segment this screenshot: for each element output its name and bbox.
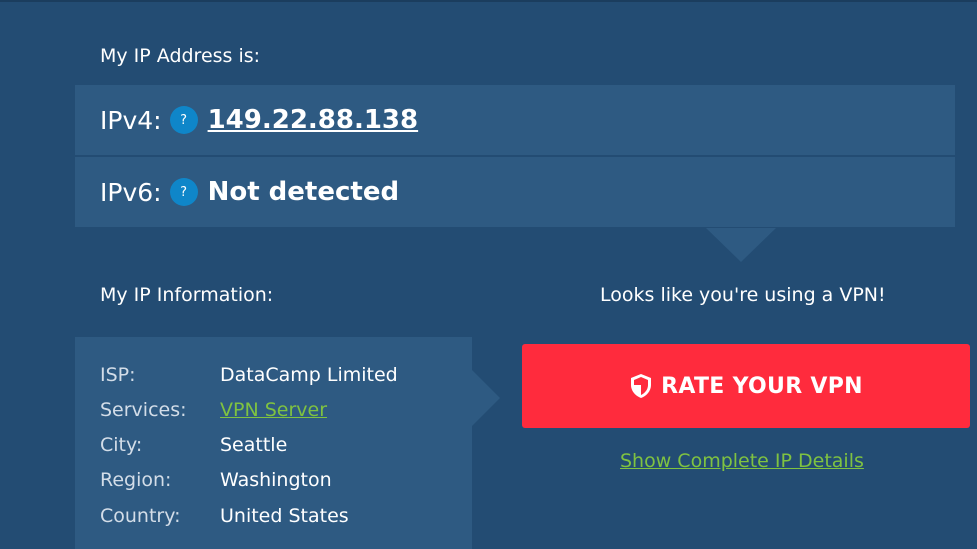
help-icon[interactable]: ? xyxy=(169,178,198,206)
info-value: Washington xyxy=(220,469,332,491)
info-key: City: xyxy=(100,434,143,456)
ipv6-row: IPv6: ? Not detected xyxy=(75,157,955,227)
shield-icon xyxy=(631,374,652,398)
ip-address-heading: My IP Address is: xyxy=(100,45,261,67)
info-key: Region: xyxy=(100,469,172,491)
info-key: ISP: xyxy=(100,364,136,386)
ip-information-heading: My IP Information: xyxy=(100,284,274,306)
ipv6-label: IPv6: xyxy=(100,177,162,207)
ipv6-value: Not detected xyxy=(207,177,400,207)
callout-arrow-down xyxy=(706,228,776,262)
top-border xyxy=(0,0,977,2)
info-key: Country: xyxy=(100,505,181,527)
info-value: United States xyxy=(220,505,349,527)
ipv4-label: IPv4: xyxy=(100,105,162,135)
show-ip-details-link[interactable]: Show Complete IP Details xyxy=(620,450,864,472)
ipv4-row: IPv4: ? 149.22.88.138 xyxy=(75,85,955,155)
help-icon[interactable]: ? xyxy=(169,106,198,134)
callout-arrow-right xyxy=(472,370,500,426)
services-link[interactable]: VPN Server xyxy=(220,399,327,421)
vpn-detected-message: Looks like you're using a VPN! xyxy=(600,284,886,306)
info-value: DataCamp Limited xyxy=(220,364,398,386)
ip-check-page: My IP Address is: IPv4: ? 149.22.88.138 … xyxy=(0,0,977,549)
ipv4-value-link[interactable]: 149.22.88.138 xyxy=(208,105,419,135)
info-value: Seattle xyxy=(220,434,288,456)
rate-your-vpn-button[interactable]: RATE YOUR VPN xyxy=(522,344,970,428)
rate-button-label: RATE YOUR VPN xyxy=(661,373,863,399)
info-key: Services: xyxy=(100,399,187,421)
